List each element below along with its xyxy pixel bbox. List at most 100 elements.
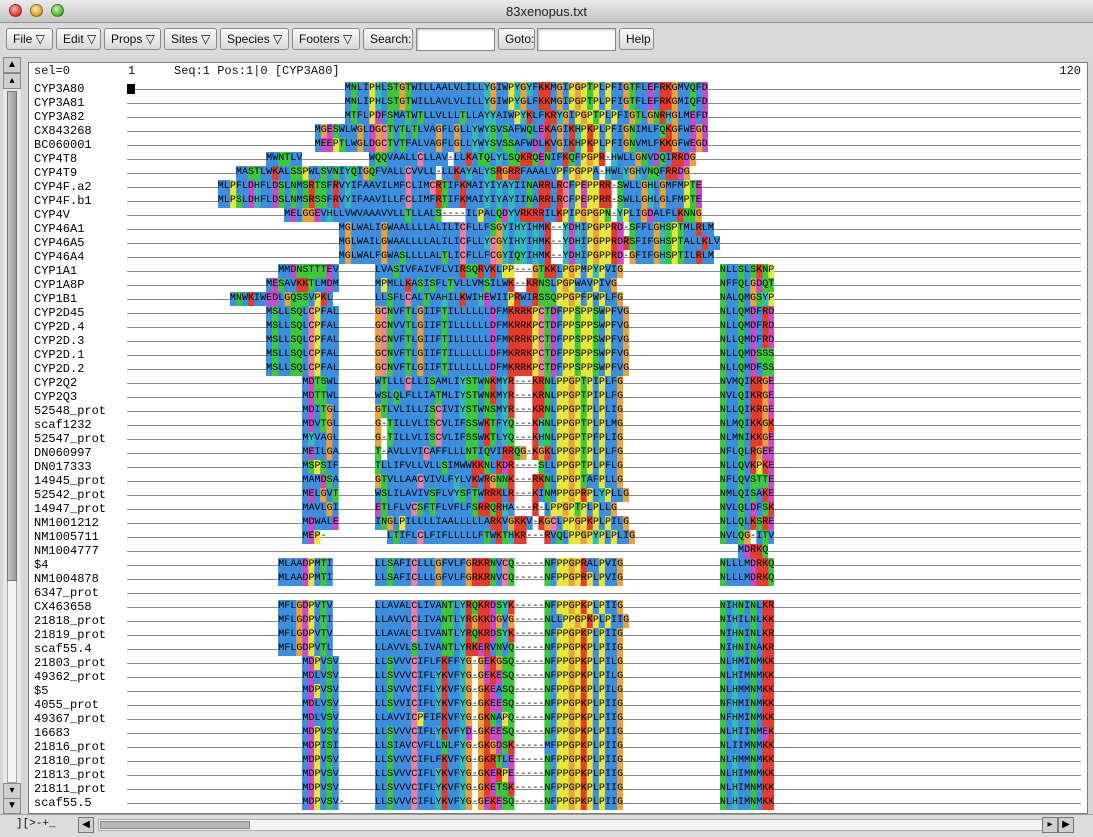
sequence-name[interactable]: 49367_prot: [34, 712, 129, 726]
vertical-scroll-thumb[interactable]: [7, 91, 17, 581]
sequence-row[interactable]: CYP4V MELGGEVHLLVWVAAAVVLLTLLALS----ILPAL…: [29, 208, 1087, 222]
sequence-row[interactable]: CYP4F.a2 MLPFLDHFLDSLNMSRTSFRVYIFAAVILMFC…: [29, 180, 1087, 194]
sequence-segment[interactable]: GTLVLILLISCIVIYSTWNSMYR---KRNLPPGPTPLPLI…: [375, 404, 624, 418]
sequence-row[interactable]: CYP4F.b1 MLPSLDHFLDSLNMSRSSFRVYIFAAVILLFC…: [29, 194, 1087, 208]
sequence-segment[interactable]: MDWALE: [302, 516, 339, 530]
sequence-name[interactable]: CYP1A8P: [34, 278, 129, 292]
sequence-segment[interactable]: MGLWALFGWASLLLLALTLICFLLFCGYIQYIHMK--YDH…: [338, 250, 714, 264]
horizontal-scroll-thumb[interactable]: [100, 821, 250, 829]
sequence-name[interactable]: DN060997: [34, 446, 129, 460]
sequence-segment[interactable]: NLHIMNMKK: [719, 782, 775, 796]
sequence-row[interactable]: CYP4T9 MASTLWKALSSPWLSVNIYQIGQFVALLCVVLL-…: [29, 166, 1087, 180]
sequence-segment[interactable]: GCNVFTLGIIFTILLLLLLDFMKRRKPCTDFPPSPPSWPF…: [375, 362, 630, 376]
sequence-segment[interactable]: LLAVALCLIVANTLYRQKRDSYK-----NFPPGPKPLPII…: [375, 600, 624, 614]
sequence-segment[interactable]: ETLFLVCSFTFLVFLFSRRQRHA---R-LPPGPTPLPLLG: [375, 502, 618, 516]
sequence-row[interactable]: CYP3A82 MTFLPDFSMATWTLLVLLLTLLAYYAIWPYKLF…: [29, 110, 1087, 124]
sequence-name[interactable]: $5: [34, 684, 129, 698]
sequence-name[interactable]: CYP4V: [34, 208, 129, 222]
sequence-segment[interactable]: NMLQISAKE: [719, 488, 775, 502]
sequence-row[interactable]: CX463658 MFLGDPVTV LLAVALCLIVANTLYRQKRDSYK…: [29, 600, 1087, 614]
sequence-row[interactable]: 52547_prot MYVAGL G-TILLVLISCVLIFSSWKTLYQ-…: [29, 432, 1087, 446]
sequence-segment[interactable]: MAVLGI: [302, 502, 339, 516]
sequence-row[interactable]: CYP46A4 MGLWALFGWASLLLLALTLICFLLFCGYIQYIH…: [29, 250, 1087, 264]
sequence-name[interactable]: 4055_prot: [34, 698, 129, 712]
sequence-name[interactable]: CYP2D.3: [34, 334, 129, 348]
sequence-segment[interactable]: LLSVVVCIFLFKFFYG-GEKGSQ-----NFPPGPKPLPIL…: [375, 656, 624, 670]
sequence-segment[interactable]: MNLIPHLSTGTWILLAALVLILLYGIWPYGYFKKMGIPGP…: [344, 82, 708, 96]
sequence-segment[interactable]: LLSFLCALTVAHILKWIHEWIIPRWIRSSQPPGPFPWPLF…: [375, 292, 624, 306]
sequence-segment[interactable]: LLSVVVCIFLYKVFYG-GEKESQ-----NFPPGPKPLPIL…: [375, 670, 624, 684]
sequence-row[interactable]: scaf55.4 MFLGDPVTL LLAVVLSLIVANTLYRKERVNVQ…: [29, 642, 1087, 656]
sequence-row[interactable]: CYP1A8P MESAVKKTLMDM MPMLLKASISFLTVLLVMSIL…: [29, 278, 1087, 292]
sequence-segment[interactable]: MDPVSV: [302, 684, 339, 698]
sequence-row[interactable]: BC060001 MEEPTLWGLDGCTVTFALVAGFLGLLYWYSVS…: [29, 138, 1087, 152]
sequence-segment[interactable]: T-AVLLVICAFFLLLNTIQVIRRQG-KGKLPPGPTPLPLF…: [375, 446, 624, 460]
sequence-row[interactable]: CX843268 MGESWLWGLDGCTVTLTLVAGFLGLLYWYSVS…: [29, 124, 1087, 138]
sequence-segment[interactable]: GTVLLAACVIVLFYLVKWRGNNK---RKNLPPGPTAFPLL…: [375, 474, 624, 488]
sequence-row[interactable]: 21811_prot MDPVSV LLSVVVCIFLYKVFYG-GKETSK-…: [29, 782, 1087, 796]
sequence-segment[interactable]: MELGGEVHLLVWVAAAVVLLTLLALS----ILPALQDYVR…: [284, 208, 702, 222]
sequence-segment[interactable]: GCNVVTLGIIFTILLLLLLDFMKRRKPCTDFPPSPPSWPF…: [375, 320, 630, 334]
sequence-segment[interactable]: MSLLSQLCPFAL: [266, 306, 339, 320]
sequence-segment[interactable]: MDPVSV-: [302, 796, 345, 810]
scroll-top-icon[interactable]: ▲: [3, 57, 21, 73]
sequence-segment[interactable]: MEP-: [302, 530, 327, 544]
sequence-segment[interactable]: NFLQLRGEE: [719, 446, 775, 460]
sequence-name[interactable]: CYP46A1: [34, 222, 129, 236]
sequence-name[interactable]: CX843268: [34, 124, 129, 138]
sequence-name[interactable]: CYP3A81: [34, 96, 129, 110]
sequence-segment[interactable]: NLHMMNMKK: [719, 684, 775, 698]
sequence-segment[interactable]: MDTSWL: [302, 376, 339, 390]
sequence-name[interactable]: 21803_prot: [34, 656, 129, 670]
sequence-segment[interactable]: NVLQG-ITV: [719, 530, 775, 544]
sequence-segment[interactable]: MSLLSQLCPFAL: [266, 334, 339, 348]
sequence-name[interactable]: CYP2D45: [34, 306, 129, 320]
sequence-row[interactable]: 4055_prot MDLVSV LLSVVICIFLYKVFYG-GKEESQ--…: [29, 698, 1087, 712]
sequence-segment[interactable]: MPMLLKASISFLTVLLVMSILWK--KRNSLPGPWAVPIVG: [375, 278, 618, 292]
sequence-segment[interactable]: NLLQMDSSS: [719, 348, 775, 362]
sequence-name[interactable]: CYP3A80: [34, 82, 129, 96]
sequence-segment[interactable]: MDPVSV: [302, 754, 339, 768]
sequence-row[interactable]: CYP46A5 MGLWAILGWAALLLLALILICFLLYCGYIHYIH…: [29, 236, 1087, 250]
sequence-row[interactable]: scaf55.5 MDPVSV- LLSVVVCIFLYKVFYG-GEKESQ--…: [29, 796, 1087, 810]
sequence-segment[interactable]: NLHMINMKK: [719, 656, 775, 670]
sequence-row[interactable]: CYP2D45 MSLLSQLCPFAL GCNVFTLGIIFTILLLLLLDF…: [29, 306, 1087, 320]
sequence-segment[interactable]: MFLGDPVTI: [278, 614, 333, 628]
sequence-name[interactable]: $4: [34, 558, 129, 572]
sequence-segment[interactable]: TLLIFVLLVLLSIMWWKKNLKDR----SLLPPGPTPLPFL…: [375, 460, 624, 474]
sequence-segment[interactable]: LLAVVLCLIVANTLYRGKKDGVG-----NLLPPGPKPLPI…: [375, 614, 630, 628]
sequence-segment[interactable]: NLHIMNMKK: [719, 670, 775, 684]
sequence-segment[interactable]: MASTLWKALSSPWLSVNIYQIGQFVALLCVVLL-LLKAYA…: [235, 166, 690, 180]
sequence-segment[interactable]: MNLIPHLSTGTWILLAVLVLILLYGIWPYGLFKKMGIPGP…: [344, 96, 708, 110]
sequence-name[interactable]: CYP4T8: [34, 152, 129, 166]
sequence-segment[interactable]: MSLLSQLCPFAL: [266, 320, 339, 334]
sequence-name[interactable]: CYP2Q3: [34, 390, 129, 404]
sequence-segment[interactable]: NLLSLSKNP: [719, 264, 775, 278]
vertical-scrollbar[interactable]: ▲ ▴ ▾ ▼: [3, 57, 21, 814]
sequence-segment[interactable]: LLSVVVCIFLYKVFYD-GKEESQ-----NFPPGPKPLPII…: [375, 726, 624, 740]
sequence-row[interactable]: 21816_prot MDPISI LLSIAVCVFLLNLFYG-GKGDSK-…: [29, 740, 1087, 754]
scroll-rightmost-icon[interactable]: ▶: [1058, 817, 1074, 833]
sequence-name[interactable]: CYP46A4: [34, 250, 129, 264]
sequence-segment[interactable]: NLMNIKKGE: [719, 432, 775, 446]
sequence-segment[interactable]: MYVAGL: [302, 432, 339, 446]
sequence-name[interactable]: 14945_prot: [34, 474, 129, 488]
sequence-row[interactable]: 21818_prot MFLGDPVTI LLAVVLCLIVANTLYRGKKDG…: [29, 614, 1087, 628]
search-button[interactable]: Search:: [363, 28, 413, 50]
sequence-segment[interactable]: MEILGA: [302, 446, 339, 460]
sequence-name[interactable]: CYP4T9: [34, 166, 129, 180]
sequence-name[interactable]: 52542_prot: [34, 488, 129, 502]
sequence-segment[interactable]: MLAADPMTI: [278, 558, 333, 572]
help-button[interactable]: Help: [619, 28, 654, 50]
sequence-row[interactable]: NM1004878 MLAADPMTI LLSAFICLLLGFVLFGRKRNVC…: [29, 572, 1087, 586]
sequence-segment[interactable]: NLHIINMEK: [719, 726, 775, 740]
sequence-segment[interactable]: MLPFLDHFLDSLNMSRTSFRVYIFAAVILMFCLIMCRTIF…: [217, 180, 702, 194]
sequence-row[interactable]: CYP2D.4 MSLLSQLCPFAL GCNVVTLGIIFTILLLLLLDF…: [29, 320, 1087, 334]
sequence-name[interactable]: scaf55.5: [34, 796, 129, 810]
sequence-segment[interactable]: MDPISI: [302, 740, 339, 754]
sequence-segment[interactable]: LLSAFICLLLGFVLFGRKRNVCQ-----NFPPGPRALPVI…: [375, 558, 624, 572]
sequence-segment[interactable]: NLHMMNMKK: [719, 754, 775, 768]
sequence-row[interactable]: $4 MLAADPMTI LLSAFICLLLGFVLFGRKRNVCQ-----N…: [29, 558, 1087, 572]
sequence-segment[interactable]: WSLILAVIVSFLVYSFTWRRKLR---KINMPPGPRPLYPL…: [375, 488, 630, 502]
sequence-segment[interactable]: NVLQLDFSK: [719, 502, 775, 516]
